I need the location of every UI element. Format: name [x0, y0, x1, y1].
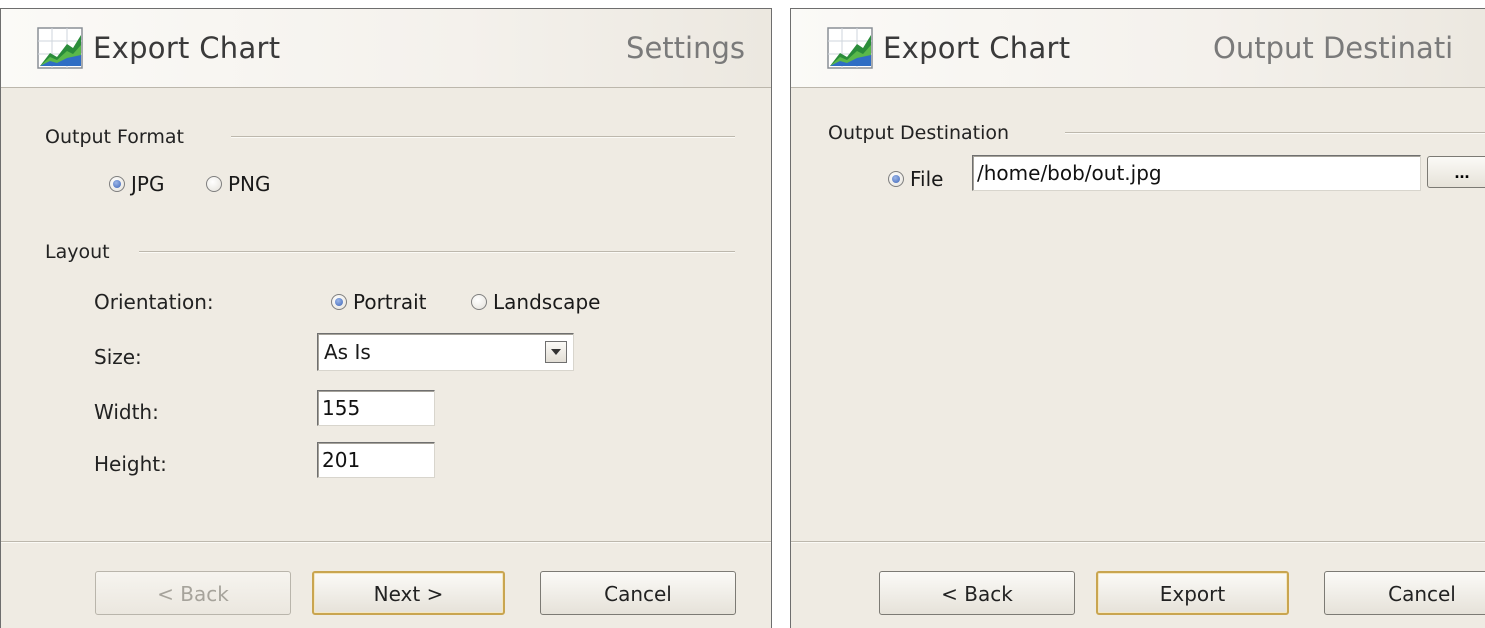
radio-button-checked[interactable]	[109, 176, 125, 192]
step-title: Output Destinati	[1213, 31, 1454, 65]
size-label: Size:	[94, 345, 142, 369]
layout-section-label: Layout	[45, 241, 110, 263]
size-combobox-value: As Is	[324, 340, 371, 364]
section-divider	[139, 251, 735, 253]
portrait-radio-option[interactable]: Portrait	[331, 290, 427, 314]
height-label: Height:	[94, 452, 167, 476]
back-button[interactable]: < Back	[879, 571, 1075, 615]
back-button[interactable]: < Back	[95, 571, 291, 615]
chart-icon	[37, 27, 83, 69]
output-format-section-label: Output Format	[45, 126, 184, 148]
cancel-button[interactable]: Cancel	[540, 571, 736, 615]
file-radio-option[interactable]: File	[888, 167, 943, 191]
jpg-radio-option[interactable]: JPG	[109, 172, 164, 196]
chevron-down-icon[interactable]	[545, 341, 567, 363]
radio-button-checked[interactable]	[888, 171, 904, 187]
width-input[interactable]: 155	[317, 390, 435, 426]
browse-button[interactable]: ...	[1427, 156, 1485, 188]
section-divider	[1065, 132, 1485, 134]
jpg-radio-label: JPG	[131, 172, 165, 196]
cancel-button[interactable]: Cancel	[1324, 571, 1485, 615]
footer-divider	[1, 541, 771, 543]
width-label: Width:	[94, 400, 159, 424]
radio-button[interactable]	[471, 294, 487, 310]
export-button[interactable]: Export	[1096, 571, 1289, 615]
dialog-title: Export Chart	[93, 31, 281, 65]
output-destination-section-label: Output Destination	[828, 122, 1010, 144]
portrait-radio-label: Portrait	[353, 290, 427, 314]
step-title: Settings	[626, 31, 745, 65]
radio-button-checked[interactable]	[331, 294, 347, 310]
dialog-header: Export Chart Output Destinati	[791, 9, 1485, 88]
dialog-header: Export Chart Settings	[1, 9, 771, 88]
file-path-input[interactable]: /home/bob/out.jpg	[972, 155, 1421, 191]
dialog-title: Export Chart	[883, 31, 1071, 65]
height-input[interactable]: 201	[317, 442, 435, 478]
export-settings-dialog: Export Chart Settings Output Format JPG …	[0, 8, 772, 628]
next-button[interactable]: Next >	[312, 571, 505, 615]
radio-button[interactable]	[206, 176, 222, 192]
landscape-radio-option[interactable]: Landscape	[471, 290, 600, 314]
file-radio-label: File	[910, 167, 944, 191]
footer-divider	[791, 541, 1485, 543]
section-divider	[231, 136, 735, 138]
landscape-radio-label: Landscape	[493, 290, 601, 314]
size-combobox[interactable]: As Is	[317, 333, 574, 371]
orientation-label: Orientation:	[94, 290, 214, 314]
png-radio-label: PNG	[228, 172, 271, 196]
export-destination-dialog: Export Chart Output Destinati Output Des…	[790, 8, 1485, 628]
chart-icon	[827, 27, 873, 69]
png-radio-option[interactable]: PNG	[206, 172, 271, 196]
